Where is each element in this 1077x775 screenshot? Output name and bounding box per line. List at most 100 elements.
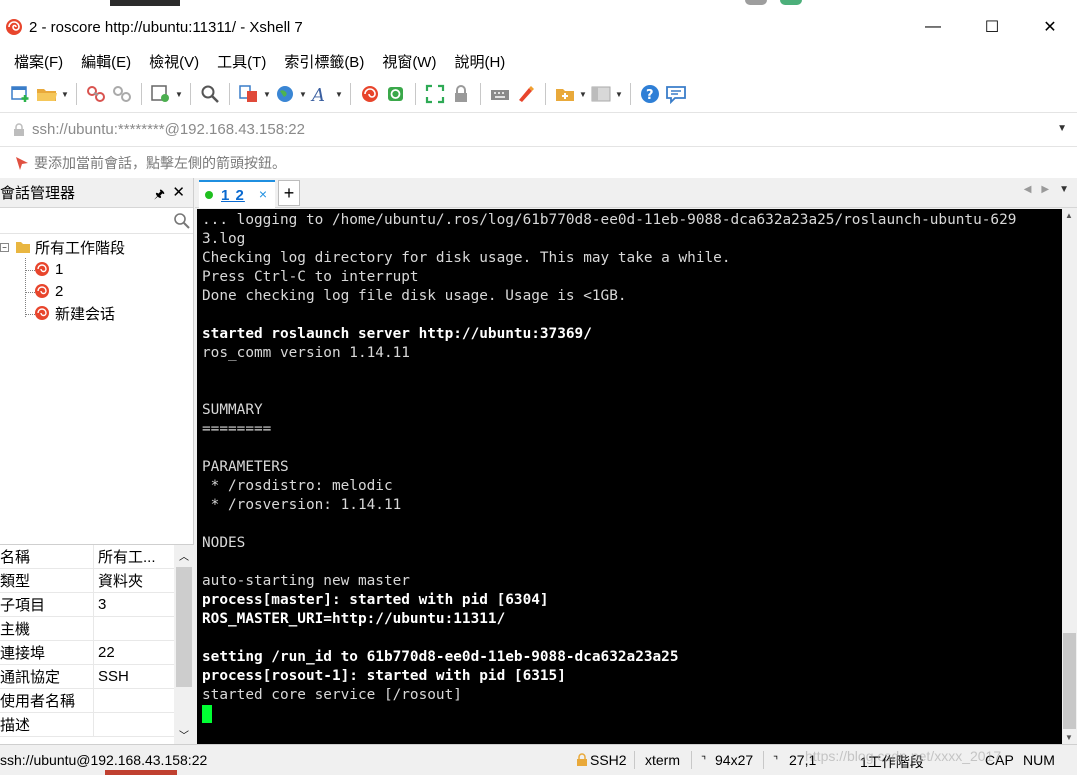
terminal-line: Checking log directory for disk usage. T… (202, 250, 731, 266)
tab-bar: 1 2 × + ◀ ▶ ▼ (195, 178, 1077, 208)
status-terminal-type: xterm (645, 752, 680, 768)
chevron-down-icon[interactable]: ▼ (298, 90, 308, 99)
status-connection: ssh://ubuntu@192.168.43.158:22 (0, 752, 208, 768)
menu-window[interactable]: 視窗(W) (372, 51, 444, 72)
tab-label: 1 2 (221, 186, 245, 204)
layout-icon[interactable] (588, 81, 614, 107)
close-icon[interactable]: ✕ (172, 183, 185, 201)
connected-status-icon (205, 191, 213, 199)
status-protocol: SSH2 (590, 752, 627, 768)
close-button[interactable]: ✕ (1021, 8, 1077, 46)
tree-item-new-session[interactable]: 新建会话 (34, 302, 115, 324)
tree-root[interactable]: − 所有工作階段 (0, 236, 125, 258)
terminal-line: ... logging to /home/ubuntu/.ros/log/61b… (202, 212, 1017, 228)
scroll-down-icon[interactable]: ﹀ (179, 727, 189, 742)
scrollbar-thumb[interactable] (176, 567, 192, 687)
tree-item-session-2[interactable]: 2 (34, 280, 63, 302)
connect-icon[interactable] (83, 81, 109, 107)
pin-icon[interactable]: 🖈 (154, 185, 165, 206)
lock-icon[interactable] (448, 81, 474, 107)
terminal-line: process[master]: started with pid [6304] (202, 592, 549, 608)
terminal-line: SUMMARY (202, 402, 263, 418)
xshell-session-icon (35, 306, 49, 320)
help-icon[interactable]: ? (637, 81, 663, 107)
scroll-down-icon[interactable]: ▼ (1065, 733, 1073, 742)
menu-edit[interactable]: 編輯(E) (71, 51, 139, 72)
new-session-icon[interactable] (8, 81, 34, 107)
fullscreen-icon[interactable] (422, 81, 448, 107)
tree-item-label: 2 (55, 282, 64, 300)
terminal-line: Done checking log file disk usage. Usage… (202, 288, 627, 304)
chevron-down-icon[interactable]: ▼ (262, 90, 272, 99)
scroll-up-icon[interactable]: ▲ (1065, 211, 1073, 220)
property-value: 所有工... (98, 549, 156, 566)
xftp-icon[interactable] (383, 81, 409, 107)
toolbar-separator (350, 83, 351, 105)
chevron-down-icon[interactable]: ▼ (1057, 123, 1067, 134)
add-tab-button[interactable]: + (278, 180, 300, 206)
chevron-down-icon[interactable]: ▼ (174, 90, 184, 99)
menu-view[interactable]: 檢視(V) (139, 51, 207, 72)
terminal-scrollbar[interactable]: ▲ ▼ (1062, 209, 1077, 744)
watermark: https://blog.csdn.net/xxxx_2017 (805, 748, 1002, 764)
tree-item-session-1[interactable]: 1 (34, 258, 63, 280)
xshell-icon[interactable] (357, 81, 383, 107)
property-key: 名稱 (0, 545, 94, 568)
terminal-line: started roslaunch server http://ubuntu:3… (202, 326, 592, 342)
status-num: NUM (1023, 752, 1055, 768)
session-search[interactable] (0, 208, 193, 234)
toolbar-separator (76, 83, 77, 105)
tab-navigation: ◀ ▶ ▼ (1024, 184, 1069, 195)
tab-next-icon[interactable]: ▶ (1041, 184, 1049, 195)
tree-item-label: 新建会话 (55, 305, 116, 323)
menu-tools[interactable]: 工具(T) (207, 51, 274, 72)
hint-text: 要添加當前會話，點擊左側的箭頭按鈕。 (34, 154, 286, 171)
bookmark-arrow-icon[interactable] (14, 155, 30, 171)
chevron-down-icon[interactable]: ▼ (614, 90, 624, 99)
font-icon[interactable]: A (308, 81, 334, 107)
properties-scrollbar[interactable]: ︿ ﹀ (174, 545, 194, 745)
minimize-button[interactable]: — (904, 8, 962, 46)
tab-prev-icon[interactable]: ◀ (1024, 184, 1032, 195)
address-input[interactable]: ssh://ubuntu:********@192.168.43.158:22 (32, 121, 305, 138)
tab-session-2[interactable]: 1 2 × (199, 180, 275, 208)
desktop-fragment (745, 0, 767, 5)
properties-icon[interactable] (148, 81, 174, 107)
terminal-line: ROS_MASTER_URI=http://ubuntu:11311/ (202, 611, 506, 627)
maximize-button[interactable]: ☐ (963, 8, 1021, 46)
menu-tabs[interactable]: 索引標籤(B) (274, 51, 372, 72)
menu-help[interactable]: 說明(H) (444, 51, 513, 72)
scrollbar-thumb[interactable] (1063, 633, 1076, 729)
property-value: 22 (98, 644, 115, 661)
transfer-icon[interactable] (236, 81, 262, 107)
highlight-icon[interactable] (513, 81, 539, 107)
property-value: 3 (98, 596, 107, 613)
collapse-icon[interactable]: − (0, 242, 9, 252)
chevron-down-icon[interactable]: ▼ (578, 90, 588, 99)
xshell-session-icon (35, 262, 49, 276)
chevron-down-icon[interactable]: ▼ (334, 90, 344, 99)
search-icon[interactable] (173, 212, 190, 229)
toolbar-separator (141, 83, 142, 105)
terminal[interactable]: ... logging to /home/ubuntu/.ros/log/61b… (197, 209, 1062, 744)
menu-file[interactable]: 檔案(F) (4, 51, 71, 72)
scroll-up-icon[interactable]: ︿ (179, 548, 189, 563)
toolbar-separator (229, 83, 230, 105)
open-folder-icon[interactable] (34, 81, 60, 107)
terminal-line: auto-starting new master (202, 573, 410, 589)
terminal-line: * /rosversion: 1.14.11 (202, 497, 402, 513)
tab-list-icon[interactable]: ▼ (1059, 184, 1069, 195)
keyboard-icon[interactable] (487, 81, 513, 107)
new-tab-group-icon[interactable] (552, 81, 578, 107)
disconnect-icon[interactable] (109, 81, 135, 107)
terminal-line: Press Ctrl-C to interrupt (202, 269, 419, 285)
globe-icon[interactable] (272, 81, 298, 107)
chat-icon[interactable] (663, 81, 689, 107)
tab-close-icon[interactable]: × (259, 186, 267, 202)
find-icon[interactable] (197, 81, 223, 107)
terminal-line: * /rosdistro: melodic (202, 478, 393, 494)
chevron-down-icon[interactable]: ▼ (60, 90, 70, 99)
property-row: 通訊協定 SSH (0, 665, 174, 689)
address-bar[interactable]: ssh://ubuntu:********@192.168.43.158:22 … (0, 112, 1077, 146)
lock-icon (14, 122, 24, 136)
